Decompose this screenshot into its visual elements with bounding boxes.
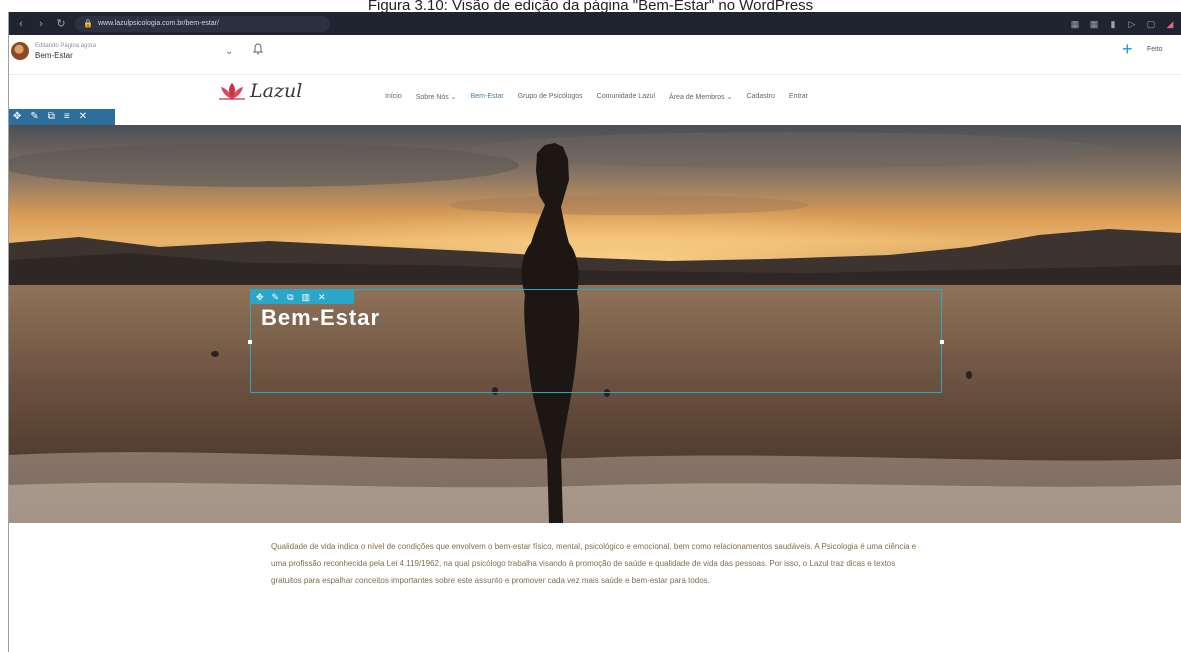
site-header: Lazul Início Sobre Nós ⌄ Bem-Estar Grupo… xyxy=(9,75,1181,115)
site-logo[interactable]: Lazul xyxy=(217,81,302,101)
main-navigation: Início Sobre Nós ⌄ Bem-Estar Grupo de Ps… xyxy=(385,93,808,101)
lotus-icon xyxy=(219,83,245,100)
bookmark-icon[interactable]: ▦ xyxy=(1088,18,1100,30)
nav-item-inicio[interactable]: Início xyxy=(385,93,402,101)
resize-handle-right[interactable] xyxy=(940,340,944,344)
window-icon[interactable]: ▢ xyxy=(1145,18,1157,30)
reload-icon[interactable]: ↻ xyxy=(55,18,67,30)
editing-page-info[interactable]: Editando Página agora Bem-Estar xyxy=(35,42,96,61)
close-icon[interactable]: ✕ xyxy=(79,111,87,123)
editing-label: Editando Página agora xyxy=(35,43,97,49)
body-paragraph[interactable]: Qualidade de vida indica o nível de cond… xyxy=(271,538,921,589)
extensions-icon[interactable]: ▦ xyxy=(1069,18,1081,30)
browser-toolbar: ‹ › ↻ 🔒 www.lazulpsicologia.com.br/bem-e… xyxy=(9,12,1181,35)
move-icon[interactable]: ✥ xyxy=(256,291,264,303)
heading-editor-toolbar: ✥ ✎ ⧉ ▥ ✕ xyxy=(250,289,354,304)
menu-icon[interactable]: ≡ xyxy=(64,111,70,123)
section-editor-toolbar: ✥ ✎ ⧉ ≡ ✕ xyxy=(9,109,115,125)
nav-item-sobre-nos[interactable]: Sobre Nós ⌄ xyxy=(416,93,457,101)
nav-item-grupo-de-psicologos[interactable]: Grupo de Psicólogos xyxy=(518,93,583,101)
browser-actions: ▦ ▦ ▮ ▷ ▢ ◢ xyxy=(1069,18,1176,30)
avatar[interactable] xyxy=(11,42,29,60)
resize-handle-left[interactable] xyxy=(248,340,252,344)
chevron-down-icon[interactable]: ⌄ xyxy=(225,46,233,57)
nav-item-entrar[interactable]: Entrar xyxy=(789,93,808,101)
url-text: www.lazulpsicologia.com.br/bem-estar/ xyxy=(97,20,219,27)
hero-section[interactable]: ✥ ✎ ⧉ ▥ ✕ Bem-Estar xyxy=(9,125,1181,523)
nav-item-cadastro[interactable]: Cadastro xyxy=(747,93,775,101)
logo-text: Lazul xyxy=(250,80,303,102)
page: Figura 3.10: Visão de edição da página "… xyxy=(0,0,1181,652)
menu-icon[interactable]: ▮ xyxy=(1107,18,1119,30)
columns-icon[interactable]: ▥ xyxy=(302,291,311,303)
add-element-button[interactable]: + xyxy=(1122,38,1133,60)
close-icon[interactable]: ✕ xyxy=(318,291,326,303)
notification-icon[interactable]: ◢ xyxy=(1164,18,1176,30)
page-title[interactable]: Bem-Estar xyxy=(261,305,380,331)
address-bar[interactable]: 🔒 www.lazulpsicologia.com.br/bem-estar/ xyxy=(75,15,330,32)
move-icon[interactable]: ✥ xyxy=(13,111,21,123)
duplicate-icon[interactable]: ⧉ xyxy=(48,111,55,123)
bell-icon[interactable] xyxy=(253,43,263,55)
screenshot-frame: ‹ › ↻ 🔒 www.lazulpsicologia.com.br/bem-e… xyxy=(8,12,1181,652)
back-icon[interactable]: ‹ xyxy=(15,18,27,30)
lock-icon: 🔒 xyxy=(83,19,93,28)
editing-page-name: Bem-Estar xyxy=(35,51,73,60)
duplicate-icon[interactable]: ⧉ xyxy=(287,291,293,303)
editor-admin-bar: Editando Página agora Bem-Estar ⌄ + Feit… xyxy=(9,35,1181,75)
forward-icon[interactable]: › xyxy=(35,18,47,30)
nav-item-comunidade-lazul[interactable]: Comunidade Lazul xyxy=(597,93,655,101)
nav-item-bem-estar[interactable]: Bem-Estar xyxy=(471,93,504,101)
nav-item-area-de-membros[interactable]: Área de Membros ⌄ xyxy=(669,93,732,101)
settings-wrench-icon[interactable]: ✎ xyxy=(30,111,38,123)
publish-button[interactable]: Feito xyxy=(1147,46,1163,53)
settings-wrench-icon[interactable]: ✎ xyxy=(272,291,280,303)
play-icon[interactable]: ▷ xyxy=(1126,18,1138,30)
